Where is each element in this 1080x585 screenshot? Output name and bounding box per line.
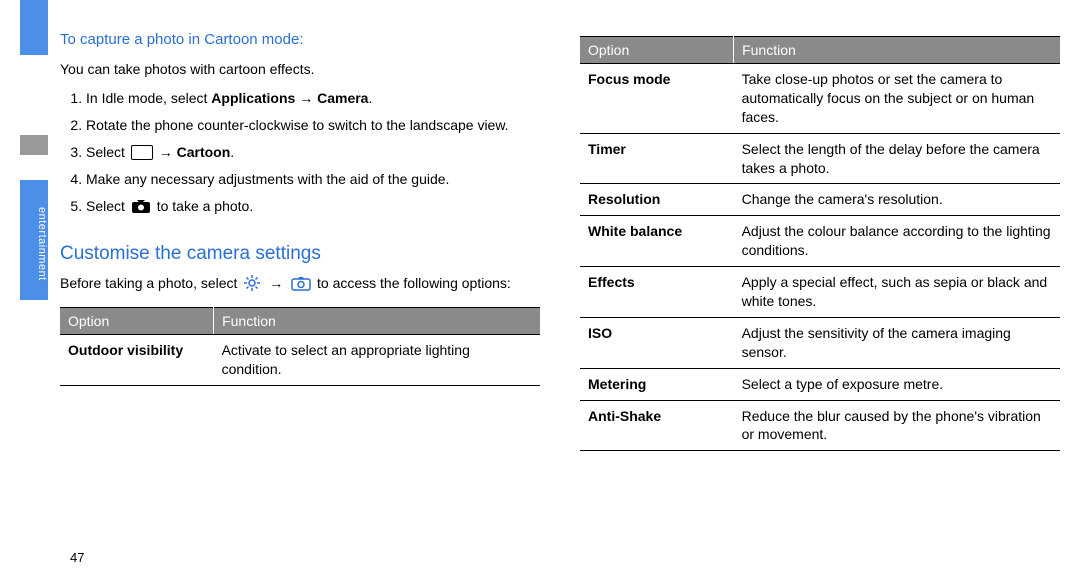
cell-option: Timer xyxy=(580,133,734,184)
table-row: ISOAdjust the sensitivity of the camera … xyxy=(580,317,1060,368)
decor-gray-bar xyxy=(20,135,48,155)
cell-function: Select the length of the delay before th… xyxy=(734,133,1060,184)
cell-option: Focus mode xyxy=(580,64,734,134)
heading-customise: Customise the camera settings xyxy=(60,241,540,267)
text: . xyxy=(368,90,372,106)
cell-function: Adjust the colour balance according to t… xyxy=(734,216,1060,267)
text: . xyxy=(230,144,234,160)
table-row: White balanceAdjust the colour balance a… xyxy=(580,216,1060,267)
options-table-left: Option Function Outdoor visibility Activ… xyxy=(60,307,540,386)
bold-text: Applications xyxy=(211,90,295,106)
table-row: Focus modeTake close-up photos or set th… xyxy=(580,64,1060,134)
left-column: To capture a photo in Cartoon mode: You … xyxy=(60,30,540,565)
camera-icon xyxy=(131,199,151,219)
th-option: Option xyxy=(580,37,734,64)
text: Select xyxy=(86,144,129,160)
step-3: Select → Cartoon. xyxy=(86,143,540,162)
cell-option: ISO xyxy=(580,317,734,368)
gear-icon xyxy=(243,274,261,297)
table-row: EffectsApply a special effect, such as s… xyxy=(580,267,1060,318)
cell-option: Anti-Shake xyxy=(580,400,734,451)
text: Select xyxy=(86,198,129,214)
page-number: 47 xyxy=(70,550,84,565)
page-content: To capture a photo in Cartoon mode: You … xyxy=(60,30,1060,565)
cell-function: Reduce the blur caused by the phone's vi… xyxy=(734,400,1060,451)
cell-option: Effects xyxy=(580,267,734,318)
section-tab-label: entertainment xyxy=(20,180,48,300)
step-1: In Idle mode, select Applications → Came… xyxy=(86,89,540,108)
rectangle-icon xyxy=(131,145,153,160)
cell-function: Select a type of exposure metre. xyxy=(734,368,1060,400)
arrow-text: → xyxy=(155,144,177,160)
text: to access the following options: xyxy=(313,275,511,291)
cell-function: Adjust the sensitivity of the camera ima… xyxy=(734,317,1060,368)
heading-cartoon-mode: To capture a photo in Cartoon mode: xyxy=(60,30,540,50)
bold-text: Cartoon xyxy=(177,144,231,160)
th-function: Function xyxy=(734,37,1060,64)
table-row: Anti-ShakeReduce the blur caused by the … xyxy=(580,400,1060,451)
table-row: Outdoor visibility Activate to select an… xyxy=(60,335,540,386)
right-column: Option Function Focus modeTake close-up … xyxy=(580,30,1060,565)
arrow-text: → xyxy=(295,90,317,106)
text: to take a photo. xyxy=(153,198,253,214)
table-row: ResolutionChange the camera's resolution… xyxy=(580,184,1060,216)
step-4: Make any necessary adjustments with the … xyxy=(86,170,540,189)
cell-function: Take close-up photos or set the camera t… xyxy=(734,64,1060,134)
cell-option: Outdoor visibility xyxy=(60,335,214,386)
text: Before taking a photo, select xyxy=(60,275,241,291)
options-table-right: Option Function Focus modeTake close-up … xyxy=(580,36,1060,451)
th-option: Option xyxy=(60,308,214,335)
table-row: MeteringSelect a type of exposure metre. xyxy=(580,368,1060,400)
cell-option: Resolution xyxy=(580,184,734,216)
table-row: TimerSelect the length of the delay befo… xyxy=(580,133,1060,184)
step-2: Rotate the phone counter-clockwise to sw… xyxy=(86,116,540,135)
camera-outline-icon xyxy=(291,276,311,296)
step-5: Select to take a photo. xyxy=(86,197,540,219)
cell-option: Metering xyxy=(580,368,734,400)
cell-function: Apply a special effect, such as sepia or… xyxy=(734,267,1060,318)
decor-blue-bar xyxy=(20,0,48,55)
th-function: Function xyxy=(214,308,540,335)
arrow-text: → xyxy=(265,275,287,291)
intro-text: You can take photos with cartoon effects… xyxy=(60,60,540,79)
cell-option: White balance xyxy=(580,216,734,267)
before-text: Before taking a photo, select → to acces… xyxy=(60,274,540,297)
cell-function: Activate to select an appropriate lighti… xyxy=(214,335,540,386)
bold-text: Camera xyxy=(317,90,368,106)
steps-list: In Idle mode, select Applications → Came… xyxy=(60,89,540,218)
text: In Idle mode, select xyxy=(86,90,211,106)
cell-function: Change the camera's resolution. xyxy=(734,184,1060,216)
